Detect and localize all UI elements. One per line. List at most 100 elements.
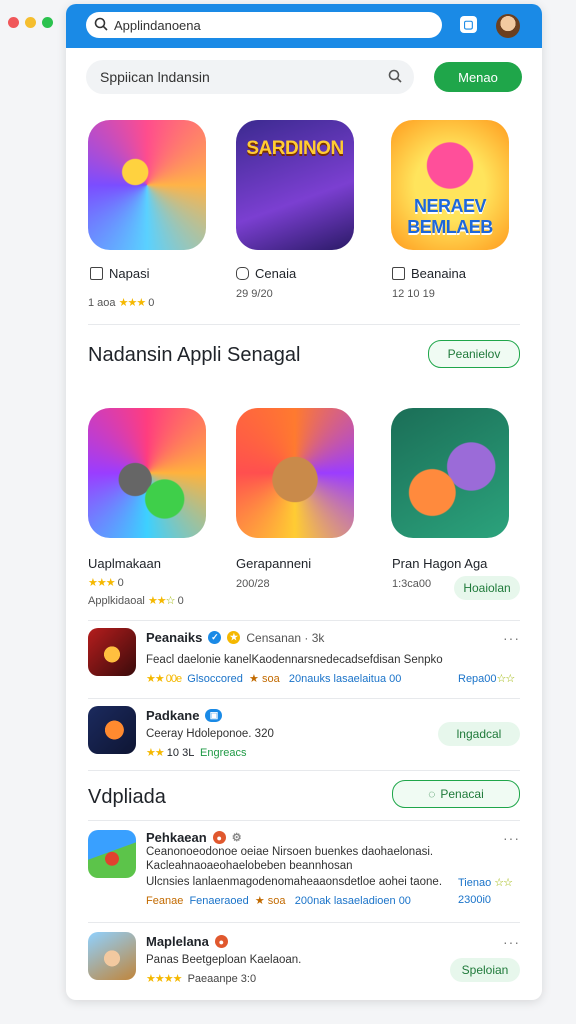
browser-window: Applindanoena ▢ Sppiican lndansin Menao … <box>66 4 542 1000</box>
row-meta-right-top: Tienao ☆☆ <box>458 876 513 889</box>
app-meta-text: 1 aoa <box>88 297 116 309</box>
avatar[interactable] <box>496 14 520 38</box>
app-name-label[interactable]: Uaplmakaan <box>88 556 161 571</box>
meta-right: 2300i0 <box>458 894 492 906</box>
divider <box>88 922 520 923</box>
section-title: Vdpliada <box>88 786 166 808</box>
see-all-button[interactable]: Peanielov <box>428 340 520 368</box>
app-icon <box>88 830 136 878</box>
close-dot[interactable] <box>8 17 19 28</box>
rating-extra: 0 <box>117 577 124 589</box>
divider <box>88 698 520 699</box>
app-meta: 29 9/20 <box>236 288 273 300</box>
app-tile-6[interactable] <box>391 408 509 538</box>
list-item[interactable]: Peanaiks ✓ ★ Censanan · 3k ··· Feacl dae… <box>88 628 520 688</box>
list-item[interactable]: Padkane ▣ Ceeray Hdoleponoe. 320 ★★ 10 3… <box>88 706 520 762</box>
app-rating: ★★★ 0 <box>88 576 124 589</box>
app-name[interactable]: Beanaina <box>392 266 466 281</box>
search-value: Sppiican lndansin <box>100 69 210 85</box>
flame-icon: ● <box>212 831 226 844</box>
app-meta: 1:3ca00 <box>392 578 432 590</box>
row-title: Pehkaean ● ⚙ <box>146 830 242 845</box>
row-meta-right: 2300i0 <box>458 894 491 906</box>
extension-icon[interactable]: ▢ <box>460 16 477 33</box>
star-rating: ★★★ <box>88 577 116 589</box>
row-meta: ★★ 00e Glsoccored ★ soa 20nauks lasaelai… <box>146 672 401 685</box>
install-button[interactable]: lngadcal <box>438 722 520 746</box>
search-button[interactable]: Menao <box>434 62 522 92</box>
app-name-label[interactable]: Gerapanneni <box>236 556 311 571</box>
divider <box>88 620 520 621</box>
rating-extra: 0 <box>177 595 184 607</box>
meta-tag: Feanae <box>146 895 184 907</box>
list-item[interactable]: Maplelana ● ··· Panas Beetgeploan Kaelao… <box>88 932 520 988</box>
row-title: Peanaiks ✓ ★ Censanan · 3k <box>146 630 324 645</box>
row-title-text: Pehkaean <box>146 830 207 845</box>
app-tile-5[interactable] <box>236 408 354 538</box>
app-name-label: Napasi <box>109 266 150 281</box>
row-title: Padkane ▣ <box>146 708 223 723</box>
app-square-icon <box>236 267 249 280</box>
app-icon <box>88 628 136 676</box>
featured-tile-3[interactable]: NERAEV BEMLAEB <box>391 120 509 250</box>
app-tile-4[interactable] <box>88 408 206 538</box>
app-name[interactable]: Cenaia <box>236 266 296 281</box>
award-icon: ★ <box>227 631 241 644</box>
list-item[interactable]: Pehkaean ● ⚙ ··· Ceanonoeodonoe oeiae Ni… <box>88 828 520 912</box>
app-icon <box>88 932 136 980</box>
meta-info: Paeaanpe 3:0 <box>187 973 257 985</box>
star-rating: ★★★★ <box>146 973 182 985</box>
row-title-text: Padkane <box>146 708 200 723</box>
row-meta-right: Repa00☆☆ <box>458 672 515 685</box>
row-description: Panas Beetgeploan Kaelaoan. <box>146 954 302 966</box>
app-name[interactable]: Napasi <box>90 266 149 281</box>
app-meta: 12 10 19 <box>392 288 435 300</box>
url-text: Applindanoena <box>114 17 201 33</box>
row-description: Ceeray Hdoleponoe. 320 <box>146 728 274 740</box>
more-icon[interactable]: ··· <box>503 830 520 846</box>
app-meta: 1 aoa ★★★ 0 <box>88 296 154 309</box>
meta-rating: ★★ 00e <box>146 673 182 685</box>
meta-info: 20nauks lasaelaitua 00 <box>288 673 402 685</box>
lock-icon: ⚙ <box>231 832 242 844</box>
divider <box>88 770 520 771</box>
app-name-label: Beanaina <box>411 266 466 281</box>
row-description: Feacl daelonie kanelKaodennarsnedecadsef… <box>146 654 443 666</box>
tile-title: SARDINON <box>246 138 344 159</box>
see-more-button[interactable]: ◌ Penacai <box>392 780 520 808</box>
meta-right: Repa00 <box>458 673 497 685</box>
window-controls <box>8 17 53 28</box>
search-input[interactable]: Sppiican lndansin <box>86 60 414 94</box>
row-title: Maplelana ● <box>146 934 228 949</box>
app-meta: 200/28 <box>236 578 270 590</box>
featured-tile-2[interactable]: SARDINON <box>236 120 354 250</box>
meta-score: ★ soa <box>249 673 280 685</box>
featured-tile-1[interactable] <box>88 120 206 250</box>
minimize-dot[interactable] <box>25 17 36 28</box>
search-icon[interactable] <box>388 69 402 86</box>
flame-icon: ● <box>214 935 228 948</box>
more-icon[interactable]: ··· <box>503 934 520 950</box>
tile-title: NERAEV BEMLAEB <box>407 196 493 237</box>
app-icon <box>88 706 136 754</box>
row-meta: ★★★★ Paeaanpe 3:0 <box>146 972 256 985</box>
star-empty: ☆☆ <box>494 877 513 889</box>
maximize-dot[interactable] <box>42 17 53 28</box>
more-icon[interactable]: ··· <box>503 630 520 646</box>
row-meta: Feanae Fenaeraoed ★ soa 200nak lasaeladi… <box>146 894 411 907</box>
open-button[interactable]: Speloian <box>450 958 520 982</box>
row-description-1: Ceanonoeodonoe oeiae Nirsoen buenkes dao… <box>146 846 434 858</box>
url-bar[interactable]: Applindanoena <box>86 12 442 38</box>
app-name-label[interactable]: Pran Hagon Aga <box>392 556 487 571</box>
row-subtitle: Censanan · 3k <box>246 630 325 645</box>
star-rating: ★★ <box>146 747 165 759</box>
row-title-text: Maplelana <box>146 934 209 949</box>
get-button[interactable]: Hoaiolan <box>454 576 520 600</box>
meta-category: Fenaeraoed <box>189 895 249 907</box>
app-square-icon <box>90 267 103 280</box>
meta-count: 10 3L <box>166 747 194 759</box>
search-icon <box>94 17 108 34</box>
meta-score: ★ soa <box>254 895 286 907</box>
row-description-2: Kacleahnaoaeohaelobeben beannhosan <box>146 860 353 872</box>
see-more-label: Penacai <box>440 787 484 801</box>
